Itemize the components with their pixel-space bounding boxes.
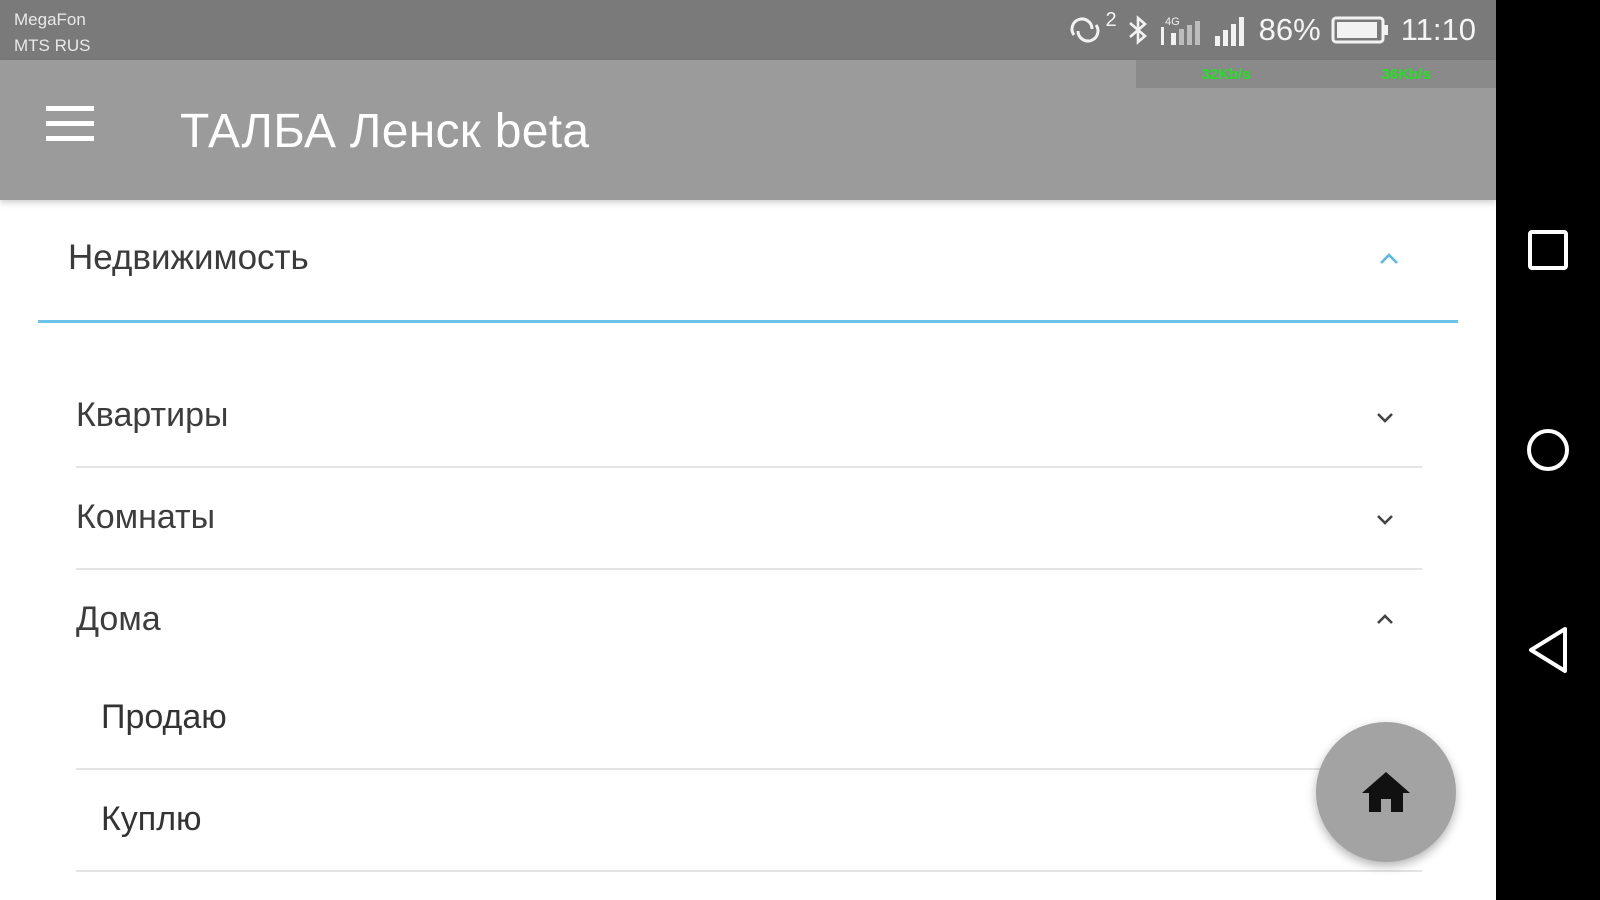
subitem-label: Куплю xyxy=(101,800,202,838)
main-content: Недвижимость Квартиры Комнаты Дома Прода… xyxy=(0,200,1496,900)
home-icon xyxy=(1362,772,1410,812)
status-icons: 2 4G 86% 11:10 xyxy=(1066,8,1476,50)
status-bar: MegaFon MTS RUS 2 4G 86% 11:10 xyxy=(0,0,1496,60)
speed-up: 32Kb/s xyxy=(1201,65,1251,83)
section-header-real-estate[interactable]: Недвижимость xyxy=(38,200,1458,323)
chevron-down-icon xyxy=(1377,413,1393,423)
carrier-info: MegaFon MTS RUS xyxy=(14,7,91,59)
battery-percent: 86% xyxy=(1258,12,1321,47)
category-row-houses[interactable]: Дома xyxy=(76,570,1422,670)
bluetooth-icon xyxy=(1127,14,1149,46)
carrier-1: MegaFon xyxy=(14,10,86,29)
subitem-label: Продаю xyxy=(101,698,227,736)
home-fab-button[interactable] xyxy=(1316,722,1456,862)
svg-text:4G: 4G xyxy=(1165,16,1180,28)
hamburger-menu-icon[interactable] xyxy=(42,106,98,152)
square-recents-icon[interactable] xyxy=(1518,220,1578,280)
category-label: Дома xyxy=(76,600,161,638)
circle-home-icon[interactable] xyxy=(1518,420,1578,480)
android-nav-bar xyxy=(1496,0,1600,900)
category-row-apartments[interactable]: Квартиры xyxy=(76,366,1422,468)
section-title: Недвижимость xyxy=(68,238,309,277)
signal-icon xyxy=(1213,14,1249,46)
subitem-row-sell[interactable]: Продаю xyxy=(76,668,1422,770)
carrier-2: MTS RUS xyxy=(14,36,91,55)
sync-icon xyxy=(1066,15,1104,45)
chevron-up-icon xyxy=(1380,253,1398,264)
triangle-back-icon[interactable] xyxy=(1518,620,1578,680)
clock: 11:10 xyxy=(1400,12,1476,47)
sync-count: 2 xyxy=(1105,8,1117,31)
category-label: Комнаты xyxy=(76,498,216,536)
network-speed-bar: 32Kb/s 36Kb/s xyxy=(1136,60,1496,88)
chevron-down-icon xyxy=(1377,515,1393,525)
app-title: ТАЛБА Ленск beta xyxy=(180,105,590,158)
network-4g-icon: 4G xyxy=(1159,13,1203,47)
category-row-rooms[interactable]: Комнаты xyxy=(76,468,1422,570)
chevron-up-icon xyxy=(1377,614,1393,624)
battery-icon xyxy=(1331,15,1391,45)
speed-down: 36Kb/s xyxy=(1381,65,1431,83)
category-label: Квартиры xyxy=(76,396,229,434)
subitem-row-buy[interactable]: Куплю xyxy=(76,770,1422,872)
app-screen: MegaFon MTS RUS 2 4G 86% 11:10 32Kb/s 36… xyxy=(0,0,1496,900)
